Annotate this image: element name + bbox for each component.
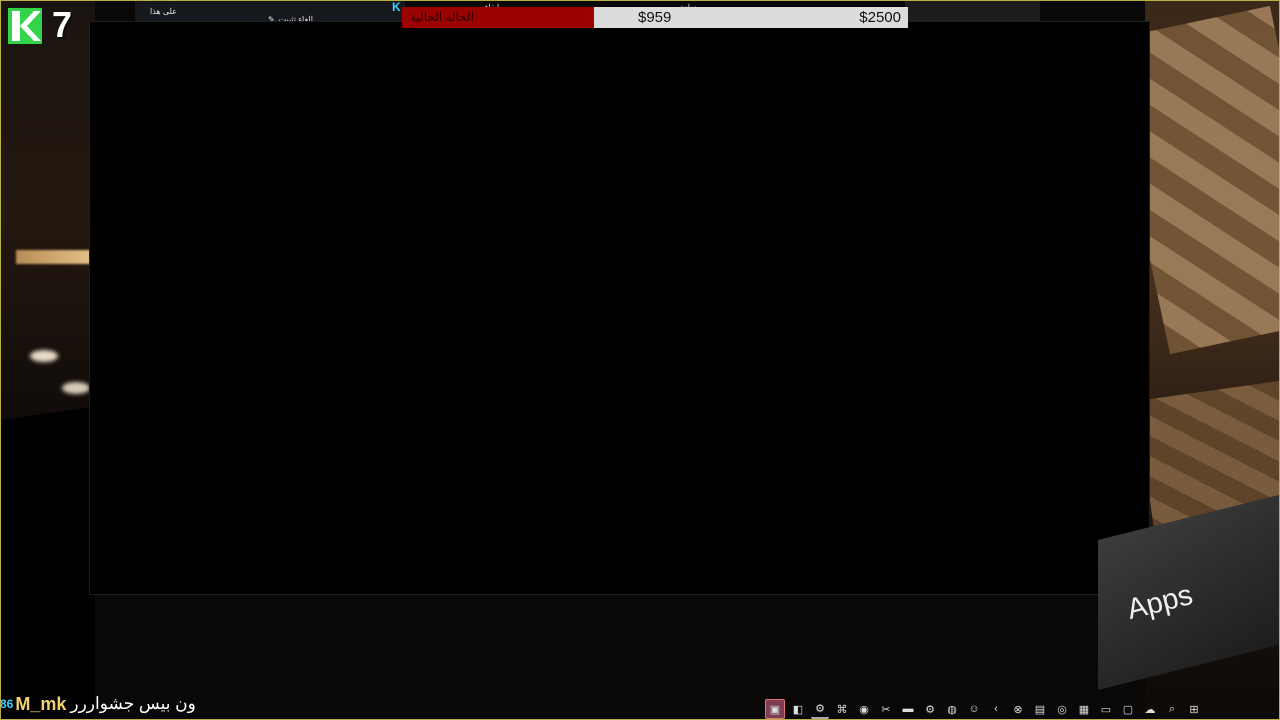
menu-fragment: على هذا [150, 0, 177, 22]
cloud-icon[interactable]: ☁ [1141, 700, 1159, 718]
gamepad-icon[interactable]: ⌘ [833, 700, 851, 718]
search-icon[interactable]: ⌕ [1163, 700, 1181, 718]
scene-lamp [30, 350, 58, 362]
menu-fragment-text: على هذا [150, 6, 177, 16]
arrow-icon[interactable]: ‹ [987, 700, 1005, 718]
xbox-icon[interactable]: ⊗ [1009, 700, 1027, 718]
record-icon[interactable]: ◉ [855, 700, 873, 718]
app-icon[interactable]: ▢ [1119, 700, 1137, 718]
steam2-icon[interactable]: ⚙ [921, 700, 939, 718]
steam-icon[interactable]: ⚙ [811, 699, 829, 719]
windows-icon[interactable]: ⊞ [1185, 700, 1203, 718]
bank-amount: $2500 [859, 9, 901, 26]
terminal-icon[interactable]: ▤ [1031, 700, 1049, 718]
flag-icon[interactable]: ▬ [899, 700, 917, 718]
chat-text: ون بيس جشواررر [70, 694, 196, 713]
notes-icon[interactable]: ▦ [1075, 700, 1093, 718]
main-window[interactable] [89, 21, 1150, 595]
chat-message: 86 M_mk ون بيس جشواررر [0, 692, 196, 716]
chat-tag: 86 [0, 697, 14, 711]
money-bar-label: الحالة الحالية [410, 10, 474, 24]
scene-top-strip [905, 0, 1040, 22]
scene-lamp [62, 382, 90, 394]
tool-icon[interactable]: ✂ [877, 700, 895, 718]
scene-left-panel [0, 0, 96, 720]
folder-icon[interactable]: ▭ [1097, 700, 1115, 718]
discord-icon[interactable]: ☺ [965, 700, 983, 718]
chrome-icon[interactable]: ◎ [1053, 700, 1071, 718]
scene-light-strip [16, 250, 96, 264]
chat-username: M_mk [15, 693, 67, 714]
taskbar: ▣ ◧ ⚙ ⌘ ◉ ✂ ▬ ⚙ ◍ ☺ ‹ ⊗ ▤ ◎ ▦ ▭ ▢ ☁ ⌕ ⊞ [765, 698, 1280, 720]
money-bar: الحالة الحالية $959 $2500 [402, 7, 908, 28]
window-icon[interactable]: ◧ [789, 700, 807, 718]
cash-amount: $959 [638, 9, 672, 26]
kill-logo-icon [8, 8, 42, 44]
browser-icon[interactable]: ◍ [943, 700, 961, 718]
kill-count: 7 [52, 4, 73, 45]
stream-icon[interactable]: ▣ [765, 699, 785, 719]
scene-floor [0, 406, 95, 720]
